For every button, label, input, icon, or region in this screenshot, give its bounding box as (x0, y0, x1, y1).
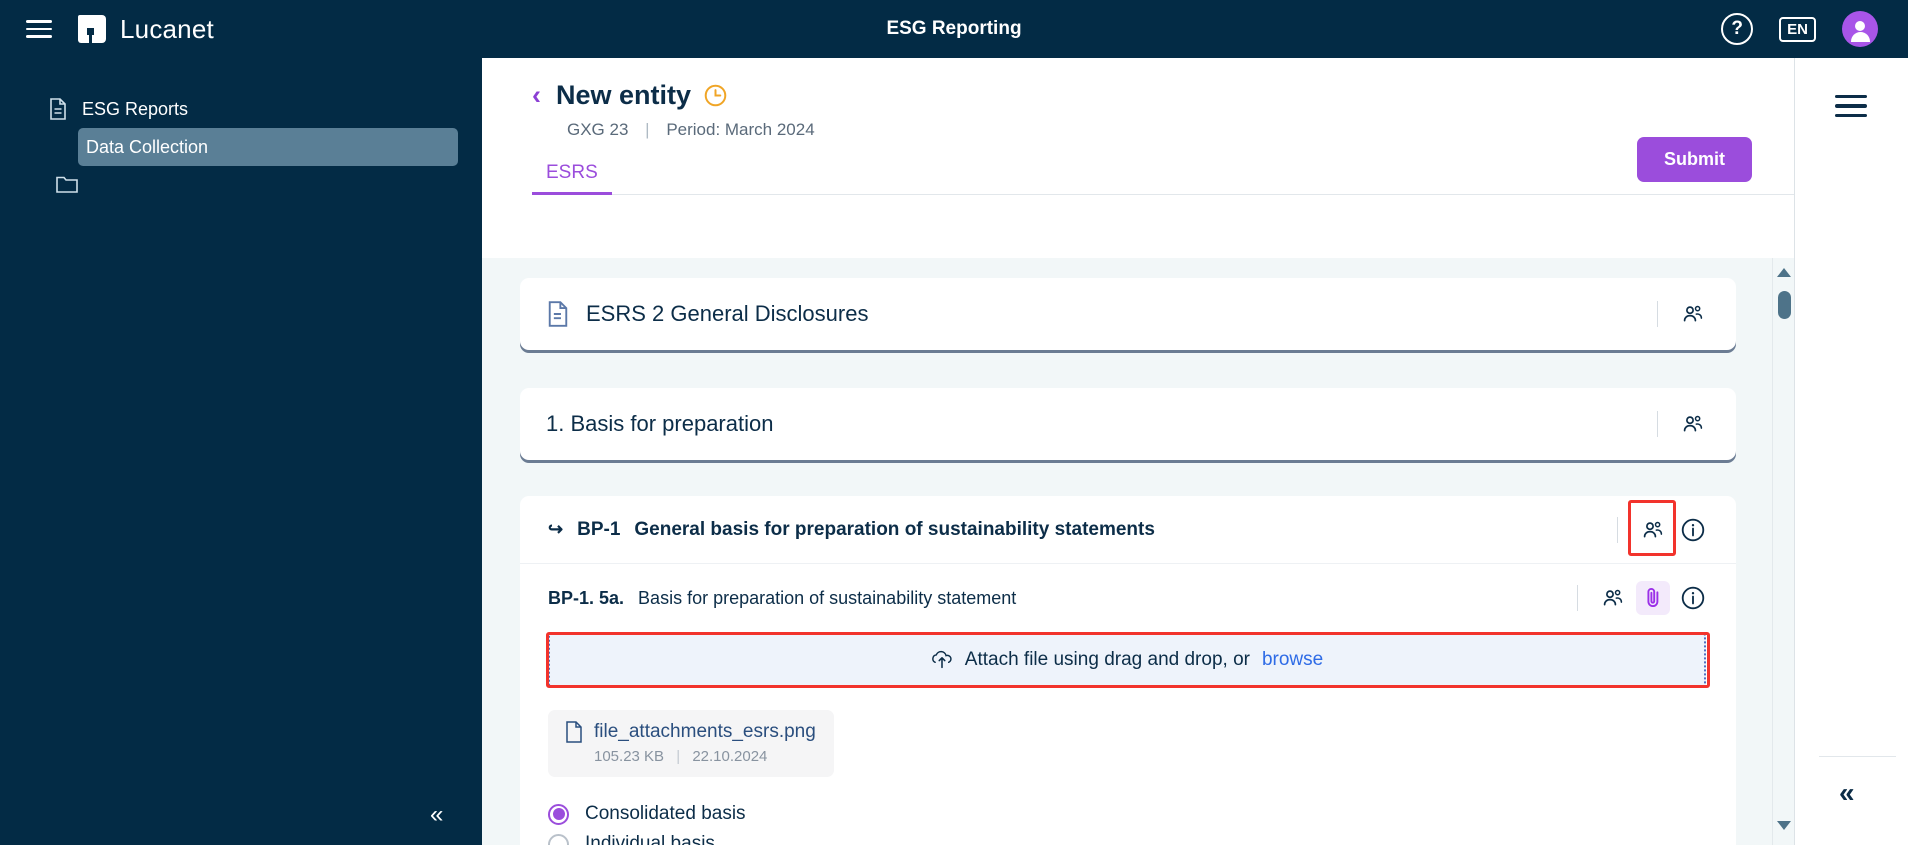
main-panel: ‹ New entity GXG 23 | Period: March 2024… (482, 58, 1794, 845)
question-header: BP-1. 5a. Basis for preparation of susta… (520, 500, 1736, 632)
app-root: Lucanet ESG Reporting ? EN ESG Reports D… (0, 0, 1908, 845)
question-actions (1577, 581, 1710, 615)
meta-separator: | (676, 748, 681, 765)
top-bar: Lucanet ESG Reporting ? EN (0, 0, 1908, 58)
content-scroll-area: ESRS 2 General Disclosures 1. Basis for … (482, 258, 1794, 845)
people-icon[interactable] (1676, 407, 1710, 441)
scrollbar-thumb[interactable] (1778, 291, 1791, 319)
app-title: ESG Reporting (886, 18, 1022, 39)
radio-option-individual[interactable]: Individual basis (548, 833, 1736, 845)
radio-group-basis: Consolidated basis Individual basis (548, 803, 1736, 845)
attachment-chip[interactable]: file_attachments_esrs.png 105.23 KB | 22… (548, 710, 834, 777)
section-title: 1. Basis for preparation (546, 411, 774, 436)
submit-button[interactable]: Submit (1637, 137, 1752, 182)
section-title-row: ESRS 2 General Disclosures (546, 301, 868, 327)
clock-icon (704, 84, 727, 107)
page-header: ‹ New entity GXG 23 | Period: March 2024 (482, 58, 1794, 140)
sidebar-item-label: ESG Reports (82, 98, 189, 119)
question-code: BP-1. 5a. (548, 587, 625, 608)
subtitle-separator: | (645, 120, 650, 139)
radio-indicator[interactable] (548, 833, 569, 845)
info-icon[interactable] (1676, 581, 1710, 615)
section-title-row: 1. Basis for preparation (546, 411, 773, 437)
page-subtitle: GXG 23 | Period: March 2024 (567, 120, 1794, 140)
disclosure-title-row: ↪ BP-1 General basis for preparation of … (548, 519, 1155, 541)
radio-label: Consolidated basis (585, 803, 746, 824)
attachment-size: 105.23 KB (594, 748, 665, 765)
paperclip-icon[interactable] (1636, 581, 1670, 615)
sidebar-item-esg-reports[interactable]: ESG Reports (24, 90, 458, 128)
hamburger-icon[interactable] (1835, 93, 1867, 119)
divider (1819, 756, 1896, 757)
lucanet-logo-icon (78, 15, 106, 43)
attachment-date: 22.10.2024 (692, 748, 768, 765)
section-basis-for-preparation[interactable]: 1. Basis for preparation (520, 388, 1736, 460)
content: ESRS 2 General Disclosures 1. Basis for … (482, 258, 1794, 845)
file-dropzone[interactable]: Attach file using drag and drop, or brow… (548, 632, 1706, 688)
brand[interactable]: Lucanet (78, 14, 214, 45)
tab-esrs[interactable]: ESRS (532, 162, 612, 195)
top-bar-actions: ? EN (1721, 11, 1878, 47)
dropzone-wrapper: Attach file using drag and drop, or brow… (520, 632, 1736, 688)
help-icon[interactable]: ? (1721, 13, 1754, 45)
disclosure-card-bp1: ↪ BP-1 General basis for preparation of … (520, 496, 1736, 845)
radio-option-consolidated[interactable]: Consolidated basis (548, 803, 1736, 825)
people-icon[interactable] (1596, 581, 1630, 615)
document-icon (50, 98, 66, 120)
people-icon[interactable] (1676, 297, 1710, 331)
attachment-meta: 105.23 KB | 22.10.2024 (594, 748, 816, 765)
sidebar-collapse-button[interactable]: « (430, 803, 443, 827)
attachment-name-row: file_attachments_esrs.png (564, 721, 816, 743)
content-scrollbar[interactable] (1772, 258, 1794, 845)
avatar[interactable] (1842, 11, 1878, 47)
divider (1617, 516, 1618, 543)
caret-up-icon[interactable] (1777, 268, 1791, 282)
attachment-filename: file_attachments_esrs.png (594, 721, 816, 742)
section-title: ESRS 2 General Disclosures (586, 301, 869, 326)
sidebar-item-label: Data Collection (86, 136, 209, 157)
section-actions (1657, 407, 1710, 441)
file-icon (566, 721, 582, 743)
page-title: New entity (556, 80, 692, 110)
right-rail: « (1794, 58, 1908, 845)
divider (1657, 301, 1658, 327)
disclosure-code: BP-1 (577, 518, 621, 540)
disclosure-header[interactable]: ↪ BP-1 General basis for preparation of … (520, 496, 1736, 564)
arrow-turn-down-right-icon: ↪ (548, 519, 564, 539)
brand-name: Lucanet (120, 13, 214, 44)
disclosure-actions (1617, 513, 1710, 547)
sidebar-item-data-collection[interactable]: Data Collection (78, 128, 458, 166)
question-text: Basis for preparation of sustainability … (638, 587, 1017, 608)
info-icon[interactable] (1676, 513, 1710, 547)
divider (1577, 585, 1578, 611)
period-label: Period: March 2024 (666, 120, 815, 139)
entity-code: GXG 23 (567, 120, 629, 139)
browse-link[interactable]: browse (1262, 649, 1323, 671)
radio-indicator[interactable] (548, 803, 569, 825)
people-icon[interactable] (1636, 513, 1670, 547)
dropzone-text: Attach file using drag and drop, or (964, 649, 1250, 670)
caret-down-icon[interactable] (1777, 821, 1791, 835)
disclosure-title: General basis for preparation of sustain… (634, 518, 1155, 540)
back-button[interactable]: ‹ (532, 82, 541, 109)
folder-icon (56, 176, 78, 193)
upload-icon (931, 650, 952, 669)
document-icon (548, 301, 568, 327)
divider (1657, 411, 1658, 437)
radio-label: Individual basis (585, 833, 715, 845)
sidebar: ESG Reports Data Collection « (0, 44, 482, 845)
section-actions (1657, 297, 1710, 331)
hamburger-icon[interactable] (26, 16, 52, 42)
language-button[interactable]: EN (1779, 16, 1816, 42)
tab-bar: ESRS (532, 162, 1794, 195)
section-esrs2[interactable]: ESRS 2 General Disclosures (520, 278, 1736, 350)
right-rail-collapse-button[interactable]: « (1839, 779, 1855, 807)
